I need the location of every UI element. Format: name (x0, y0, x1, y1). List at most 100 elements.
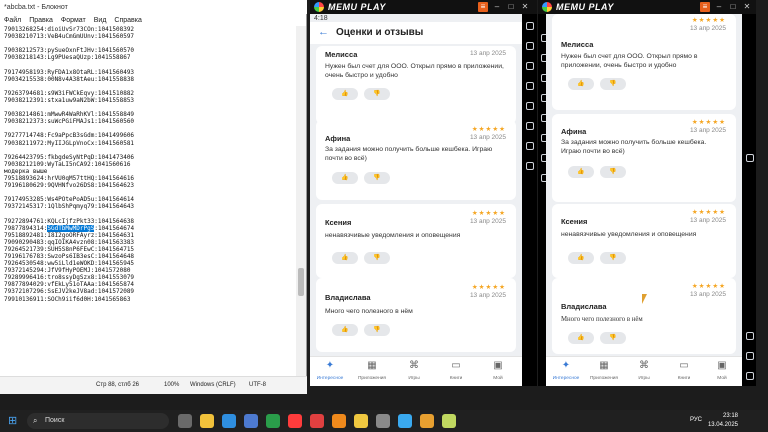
language-indicator[interactable]: РУС (690, 417, 702, 423)
android-screen-right: ★★★★★ 13 апр 2025 Мелисса Нужен был счет… (546, 14, 742, 386)
search-label: Поиск (45, 417, 65, 424)
memu-logo-icon (314, 2, 324, 12)
nav-profile[interactable]: ▣ Мой (480, 360, 516, 381)
like-button[interactable]: 👍 (332, 88, 358, 100)
back-arrow-icon[interactable]: ← (318, 26, 329, 38)
nav-books[interactable]: ▭ Книги (666, 360, 702, 381)
opera-icon[interactable] (288, 414, 302, 428)
notepad-text-area[interactable]: 79013268254:dioiUvSr73COn:1041508392 7903… (0, 26, 296, 376)
android-screen-left: 4:18 ← Оценки и отзывы 13 апр 2025 Мелис… (310, 14, 522, 386)
text-line: 79264423795:fkbgdeSyNtPqD:1041473406 (4, 153, 135, 161)
more-icon[interactable] (746, 154, 754, 162)
like-button[interactable]: 👍 (332, 172, 358, 184)
gamepad-icon: ⌘ (409, 360, 419, 371)
text-line: 79090290483:qqIOIKA4vzn08:1041563383 (4, 238, 135, 246)
text-line (4, 61, 292, 68)
app-icon-3[interactable] (442, 414, 456, 428)
nav-books[interactable]: ▭ Книги (438, 360, 474, 381)
explorer-icon[interactable] (200, 414, 214, 428)
dislike-button[interactable]: 👎 (600, 252, 626, 264)
text-line: 79277714748:Fc9aPpcB3sGdm:1041499606 (4, 132, 135, 140)
yandex-icon[interactable] (310, 414, 324, 428)
like-button[interactable]: 👍 (568, 252, 594, 264)
text-line (4, 125, 292, 132)
text-line: 79372145317:1QlbShPqmyq79:1041564643 (4, 203, 135, 211)
edge-icon[interactable] (222, 414, 236, 428)
bottom-navigation: ✦ Интересное ▦ Приложения ⌘ Игры ▭ Книги ▣ Мо… (546, 356, 742, 386)
dislike-button[interactable]: 👎 (364, 252, 390, 264)
text-line (4, 104, 292, 111)
rating-stars: ★★★★★ (471, 126, 506, 133)
nav-apps[interactable]: ▦ Приложения (354, 360, 390, 381)
review-date: 13 апр 2025 (469, 292, 506, 299)
nav-featured[interactable]: ✦ Интересное (312, 360, 348, 381)
review-card: ★★★★★ 13 апр 2025 Мелисса Нужен был счет… (552, 14, 736, 110)
emu-menu-icon[interactable]: ≡ (478, 2, 488, 12)
menu-format[interactable]: Формат (61, 17, 86, 24)
text-line: 79264521739:SUH5S8nP6FEwC:1041564715 (4, 245, 135, 253)
maximize-icon[interactable]: □ (506, 2, 516, 12)
android-recents-icon[interactable] (746, 372, 754, 380)
folder-icon[interactable] (526, 102, 534, 110)
nav-games[interactable]: ⌘ Игры (626, 360, 662, 381)
minimize-icon[interactable]: – (492, 2, 502, 12)
like-button[interactable]: 👍 (332, 324, 358, 336)
emu-logo-text: MEMU PLAY (556, 2, 614, 12)
dislike-button[interactable]: 👎 (364, 88, 390, 100)
scrollbar-thumb[interactable] (298, 268, 304, 296)
screen-icon[interactable] (526, 62, 534, 70)
apk-icon[interactable] (526, 122, 534, 130)
like-button[interactable]: 👍 (332, 252, 358, 264)
taskbar-search[interactable]: ⌕ Поиск (27, 413, 169, 429)
minimize-icon[interactable]: – (714, 2, 724, 12)
close-icon[interactable]: ✕ (742, 2, 752, 12)
menu-help[interactable]: Справка (114, 17, 141, 24)
app-icon-2[interactable] (420, 414, 434, 428)
settings-icon[interactable] (526, 142, 534, 150)
nav-games[interactable]: ⌘ Игры (396, 360, 432, 381)
keyboard-icon[interactable] (526, 22, 534, 30)
close-icon[interactable]: ✕ (520, 2, 530, 12)
app-icon[interactable] (398, 414, 412, 428)
emu-menu-icon[interactable]: ≡ (700, 2, 710, 12)
review-card: ★★★★★ 13 апр 2025 Ксения ненавязчивые ув… (316, 204, 516, 278)
review-card: ★★★★★ 13 апр 2025 Афина За задания можно… (316, 120, 516, 200)
excel-icon[interactable] (266, 414, 280, 428)
menu-edit[interactable]: Правка (29, 17, 53, 24)
like-button[interactable]: 👍 (568, 166, 594, 178)
dislike-button[interactable]: 👎 (600, 78, 626, 90)
text-line: 79038212373:suWcPGiFMAJs1:1041560560 (4, 118, 135, 126)
profile-icon: ▣ (493, 360, 503, 371)
bottom-navigation: ✦ Интересное ▦ Приложения ⌘ Игры ▭ Книги ▣ Мо… (310, 356, 522, 386)
notepad-scrollbar[interactable] (296, 26, 306, 376)
text-line: 79038212109:WyTaLI5nCA92:1041560616 (4, 160, 131, 168)
memu-icon[interactable] (332, 414, 346, 428)
nav-apps[interactable]: ▦ Приложения (586, 360, 622, 381)
dislike-button[interactable]: 👎 (600, 332, 626, 344)
like-button[interactable]: 👍 (568, 332, 594, 344)
nav-featured[interactable]: ✦ Интересное (548, 360, 584, 381)
store-icon[interactable] (244, 414, 258, 428)
nav-profile[interactable]: ▣ Мой (704, 360, 740, 381)
android-home-icon[interactable] (746, 352, 754, 360)
task-view-icon[interactable] (178, 414, 192, 428)
review-text: Много чего полезного в нём (325, 308, 413, 315)
system-clock[interactable]: 23:18 13.04.2025 (708, 412, 738, 430)
review-author: Афина (561, 127, 587, 136)
more-icon[interactable] (526, 162, 534, 170)
dislike-button[interactable]: 👎 (600, 166, 626, 178)
dislike-button[interactable]: 👎 (364, 324, 390, 336)
notepad-icon[interactable] (376, 414, 390, 428)
android-back-icon[interactable] (746, 332, 754, 340)
maximize-icon[interactable]: □ (728, 2, 738, 12)
location-icon[interactable] (526, 82, 534, 90)
menu-file[interactable]: Файл (4, 17, 21, 24)
memu-icon-2[interactable] (354, 414, 368, 428)
menu-view[interactable]: Вид (94, 17, 107, 24)
like-button[interactable]: 👍 (568, 78, 594, 90)
text-line: 79038210713:VeB4uCmGmUUnv:1041560597 (4, 33, 135, 41)
review-card: ★★★★★ 13 апр 2025 Ксения ненавязчивые ув… (552, 204, 736, 278)
windows-start-icon[interactable]: ⊞ (8, 414, 17, 427)
volume-icon[interactable] (526, 42, 534, 50)
dislike-button[interactable]: 👎 (364, 172, 390, 184)
